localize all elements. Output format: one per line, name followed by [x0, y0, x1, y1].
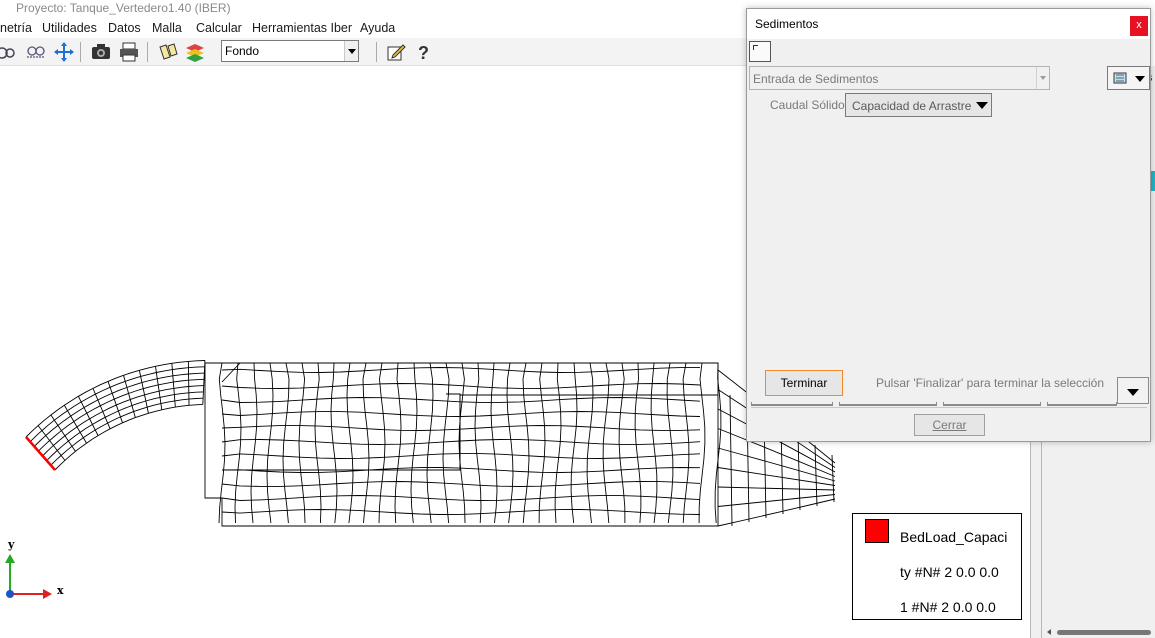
layers-toggle-icon[interactable]: [157, 41, 179, 63]
legend-line-2: ty #N# 2 0.0 0.0: [900, 564, 999, 580]
menu-bar: netría Utilidades Datos Malla Calcular H…: [0, 18, 760, 38]
legend-line-1: BedLoad_Capaci: [900, 529, 1008, 545]
condition-select[interactable]: Entrada de Sedimentos: [749, 66, 1050, 90]
menu-herramientas-iber[interactable]: Herramientas Iber: [252, 20, 352, 36]
finish-button[interactable]: Terminar: [765, 370, 843, 396]
mesh-grid: [25, 360, 836, 527]
menu-datos[interactable]: Datos: [108, 20, 141, 36]
close-button[interactable]: Cerrar: [914, 414, 985, 436]
action-bar-segment: [943, 402, 1041, 406]
action-bar-segment: [839, 402, 937, 406]
layer-select[interactable]: Fondo: [221, 40, 359, 62]
axis-x-label: x: [57, 584, 64, 597]
solid-flow-select-value: Capacidad de Arrastre: [852, 99, 972, 113]
rotate-icon[interactable]: [25, 41, 47, 63]
edit-icon[interactable]: [385, 41, 407, 63]
svg-text:?: ?: [418, 43, 429, 63]
selection-hint: Pulsar 'Finalizar' para terminar la sele…: [876, 376, 1105, 390]
camera-icon[interactable]: [90, 41, 112, 63]
toolbar-separator: [147, 42, 148, 62]
toolbar-separator: [376, 42, 377, 62]
pan-icon[interactable]: [53, 41, 75, 63]
sedimentos-dialog: Sedimentos x Entrada de Sedimentos Cauda…: [746, 8, 1151, 442]
menu-malla[interactable]: Malla: [152, 20, 182, 36]
chevron-down-icon[interactable]: [1036, 67, 1049, 89]
legend-swatch: [865, 519, 889, 543]
window-toggle-button[interactable]: [749, 41, 771, 62]
axis-y-label: y: [7, 538, 15, 551]
scroll-left-icon[interactable]: [1047, 629, 1051, 635]
solid-flow-label: Caudal Sólido: [770, 98, 845, 112]
assign-icon-menu[interactable]: [1107, 66, 1150, 90]
menu-calcular[interactable]: Calcular: [196, 20, 242, 36]
dialog-title: Sedimentos: [755, 17, 819, 31]
toolbar-separator: [80, 42, 81, 62]
assign-icon: [1113, 72, 1127, 84]
layers-icon[interactable]: [184, 41, 206, 63]
axes-triad: [5, 554, 52, 599]
results-legend: BedLoad_Capaci ty #N# 2 0.0 0.0 1 #N# 2 …: [852, 513, 1022, 620]
menu-utilidades[interactable]: Utilidades: [42, 20, 97, 36]
menu-geometria[interactable]: netría: [0, 20, 32, 36]
zoom-icon[interactable]: [0, 41, 16, 63]
legend-line-3: 1 #N# 2 0.0 0.0: [900, 599, 996, 615]
action-bar-segment: [1047, 402, 1117, 406]
main-toolbar: Fondo ?: [0, 38, 750, 66]
action-bar-segment: [751, 402, 833, 406]
help-icon[interactable]: ?: [412, 41, 434, 63]
window-title: Proyecto: Tanque_Vertedero1.40 (IBER): [16, 1, 231, 15]
layer-select-value: Fondo: [225, 44, 260, 58]
condition-select-value: Entrada de Sedimentos: [753, 72, 879, 86]
chevron-down-icon[interactable]: [344, 41, 358, 61]
window-titlebar: Proyecto: Tanque_Vertedero1.40 (IBER): [0, 0, 760, 18]
action-dropdown[interactable]: [1117, 377, 1149, 404]
close-icon[interactable]: x: [1130, 16, 1148, 36]
menu-ayuda[interactable]: Ayuda: [360, 20, 395, 36]
dialog-divider: [751, 407, 1147, 408]
dialog-titlebar: Sedimentos x: [747, 9, 1150, 39]
solid-flow-select[interactable]: Capacidad de Arrastre: [845, 93, 992, 117]
horizontal-scrollbar[interactable]: [1045, 628, 1151, 636]
print-icon[interactable]: [118, 41, 140, 63]
scroll-thumb[interactable]: [1057, 630, 1151, 635]
